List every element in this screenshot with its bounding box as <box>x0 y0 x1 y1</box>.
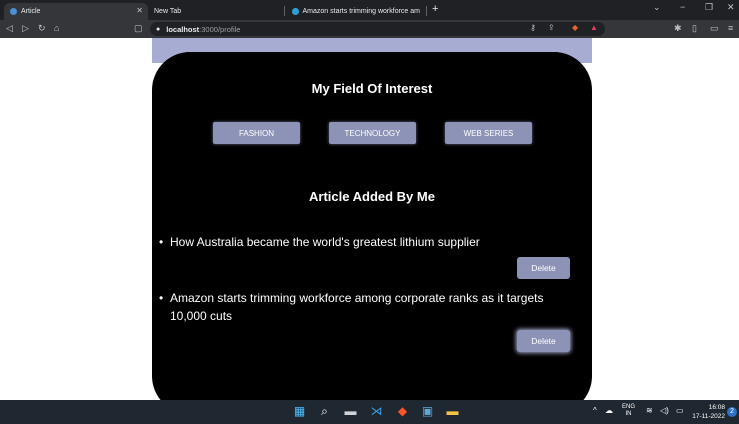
app-icon[interactable]: ▣ <box>421 405 434 418</box>
vscode-icon[interactable]: ⋊ <box>370 405 383 418</box>
chevron-down-icon[interactable]: ⌄ <box>653 2 661 13</box>
site-info-icon[interactable]: ● <box>156 26 160 33</box>
tab-title: Amazon starts trimming workforce am <box>302 8 420 15</box>
tab-article[interactable]: Article ✕ <box>4 3 148 20</box>
taskbar: ▦ ⌕ ▬ ⋊ ◆ ▣ ▬ ^ ☁ ENG IN ≋ ◁) ▭ 16:08 17… <box>0 400 739 424</box>
new-tab-icon[interactable]: + <box>432 3 438 15</box>
volume-icon[interactable]: ◁) <box>660 406 669 415</box>
key-icon[interactable]: ⚷ <box>530 23 536 32</box>
bookmark-icon[interactable]: ▢ <box>134 23 143 34</box>
delete-article-button[interactable]: Delete <box>517 257 570 279</box>
interest-technology-button[interactable]: TECHNOLOGY <box>329 122 416 144</box>
home-icon[interactable]: ⌂ <box>54 23 59 33</box>
article-title: How Australia became the world's greates… <box>170 235 480 249</box>
list-item: • Amazon starts trimming workforce among… <box>159 289 584 325</box>
news-icon <box>292 8 299 15</box>
address-path: :3000/profile <box>199 24 241 34</box>
reload-icon[interactable]: ↻ <box>38 23 46 34</box>
share-icon[interactable]: ⇪ <box>548 23 555 32</box>
sidebar-icon[interactable]: ▯ <box>692 23 697 34</box>
file-explorer-icon[interactable]: ▬ <box>446 405 459 418</box>
list-item: • How Australia became the world's great… <box>159 233 579 251</box>
interests-heading: My Field Of Interest <box>311 81 433 96</box>
extensions-icon[interactable]: ✱ <box>674 23 682 34</box>
wifi-icon[interactable]: ≋ <box>646 406 653 415</box>
globe-icon <box>10 8 17 15</box>
address-bar[interactable]: ● localhost :3000/profile ⚷ ⇪ ◆ ▲ <box>150 22 605 36</box>
browser-tab-strip: Article ✕ New Tab Amazon starts trimming… <box>0 0 739 20</box>
delete-article-button[interactable]: Delete <box>517 330 570 352</box>
notification-badge[interactable]: 2 <box>727 407 737 417</box>
back-icon[interactable]: ◁ <box>6 23 13 34</box>
article-title: Amazon starts trimming workforce among c… <box>170 291 544 323</box>
language-code: ENG <box>622 404 636 410</box>
wallet-icon[interactable]: ▭ <box>710 23 719 34</box>
bullet: • <box>159 235 164 249</box>
interest-fashion-button[interactable]: FASHION <box>213 122 300 144</box>
brave-browser-icon[interactable]: ◆ <box>396 405 409 418</box>
tab-divider <box>426 6 427 16</box>
tab-amazon-article[interactable]: Amazon starts trimming workforce am <box>286 3 426 20</box>
battery-icon[interactable]: ▭ <box>676 406 684 415</box>
clock[interactable]: 16:08 17-11-2022 <box>692 403 725 421</box>
close-icon[interactable]: ✕ <box>136 6 143 15</box>
cloud-icon[interactable]: ☁ <box>605 406 613 415</box>
chevron-up-icon[interactable]: ^ <box>593 406 597 415</box>
menu-icon[interactable]: ≡ <box>728 23 733 33</box>
forward-icon[interactable]: ▷ <box>22 23 29 34</box>
close-window-icon[interactable]: ✕ <box>727 2 735 13</box>
language-indicator[interactable]: ENG IN <box>622 404 635 418</box>
tab-title: New Tab <box>154 8 182 15</box>
search-icon[interactable]: ⌕ <box>318 405 331 418</box>
browser-toolbar: ◁ ▷ ↻ ⌂ ▢ ● localhost :3000/profile ⚷ ⇪ … <box>0 20 739 38</box>
address-host: localhost <box>166 24 200 34</box>
restore-icon[interactable]: ❐ <box>705 2 713 13</box>
page-viewport: My Field Of Interest FASHION TECHNOLOGY … <box>0 38 739 400</box>
profile-card: My Field Of Interest FASHION TECHNOLOGY … <box>152 52 592 400</box>
bullet: • <box>159 291 164 305</box>
task-view-icon[interactable]: ▬ <box>344 405 357 418</box>
brave-rewards-icon[interactable]: ▲ <box>590 23 598 32</box>
articles-heading: Article Added By Me <box>309 189 435 204</box>
tab-title: Article <box>21 8 41 15</box>
clock-time: 16:08 <box>708 404 725 411</box>
interest-web-series-button[interactable]: WEB SERIES <box>445 122 532 144</box>
windows-start-icon[interactable]: ▦ <box>293 405 306 418</box>
brave-shield-icon[interactable]: ◆ <box>572 23 578 32</box>
tab-new-tab[interactable]: New Tab <box>148 3 284 20</box>
minimize-icon[interactable]: − <box>680 2 685 12</box>
clock-date: 17-11-2022 <box>692 413 725 420</box>
region-code: IN <box>625 411 632 417</box>
tab-divider <box>284 6 285 16</box>
